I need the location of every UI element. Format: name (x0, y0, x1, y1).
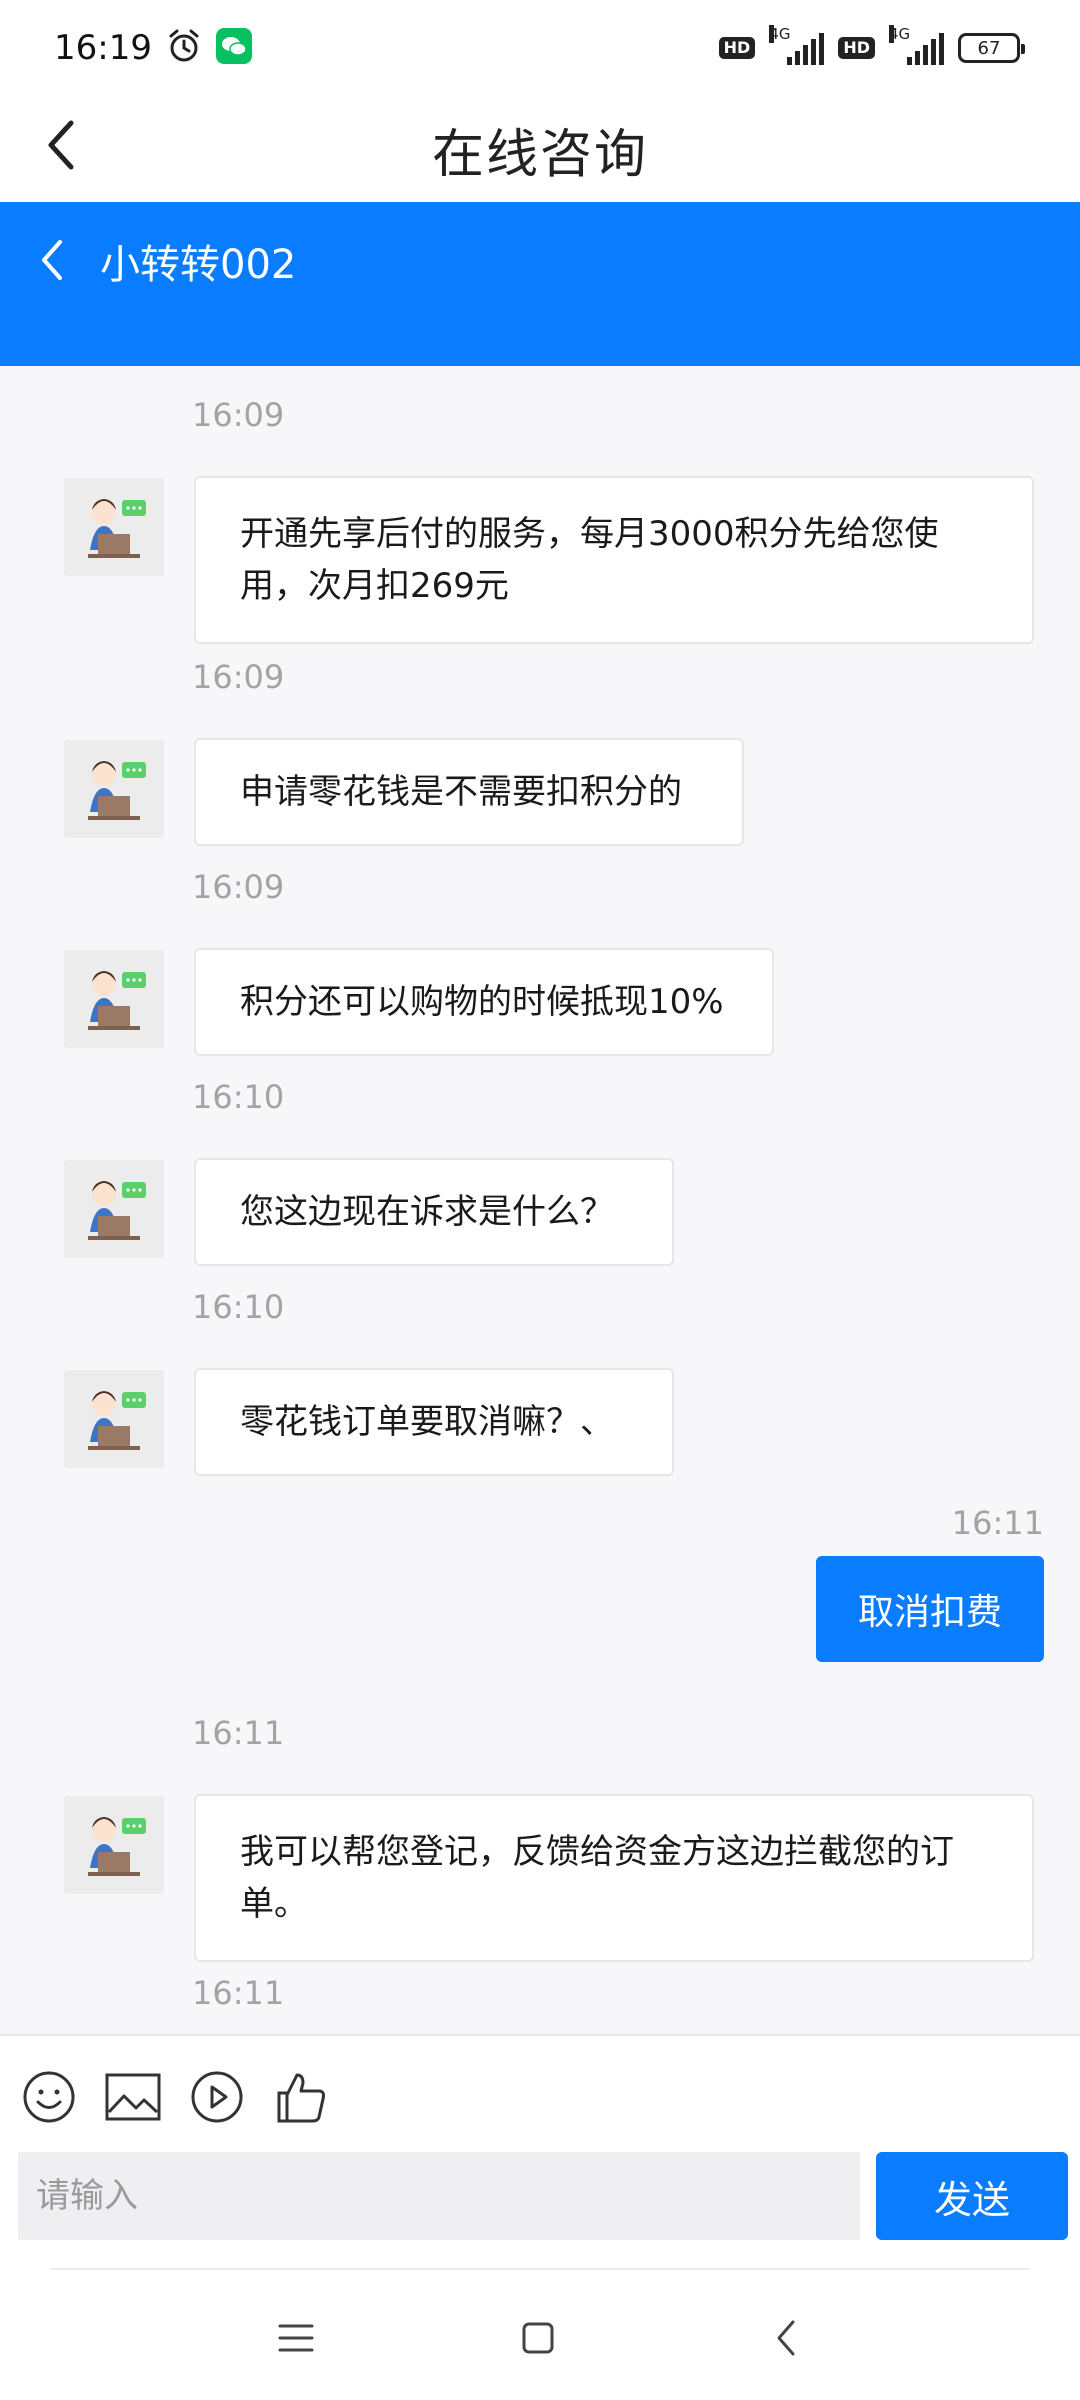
network-type-2: 4G (889, 25, 911, 43)
agent-avatar[interactable] (64, 1796, 164, 1894)
avatar-icon (64, 950, 164, 1048)
chevron-left-icon (42, 240, 62, 280)
page-title: 在线咨询 (431, 124, 648, 185)
signal-icon: 4G (769, 25, 825, 65)
avatar-icon (64, 740, 164, 838)
menu-button[interactable] (266, 2308, 326, 2368)
message-time: 16:11 (192, 1974, 285, 2012)
thumbs-up-button[interactable] (272, 2068, 330, 2126)
message-bubble[interactable]: 您这边现在诉求是什么？ (194, 1158, 674, 1266)
nav-back-button[interactable] (756, 2308, 816, 2368)
message-text: 我可以帮您登记，反馈给资金方这边拦截您的订 (240, 1832, 954, 1872)
agent-avatar[interactable] (64, 478, 164, 576)
agent-back-button[interactable] (36, 230, 80, 290)
status-right: HD 4G HD 4G 67 (718, 25, 1025, 65)
message-bubble[interactable]: 申请零花钱是不需要扣积分的 (194, 738, 744, 846)
message-text: 单。 (240, 1884, 308, 1924)
message-time: 16:11 (951, 1504, 1044, 1542)
message-time: 16:09 (192, 658, 285, 696)
status-bar: 16:19 HD 4G HD 4G 67 (0, 0, 1080, 96)
message-text: 申请零花钱是不需要扣积分的 (240, 772, 682, 812)
agent-avatar[interactable] (64, 740, 164, 838)
message-text: 您这边现在诉求是什么？ (240, 1192, 614, 1232)
menu-icon (278, 2324, 314, 2352)
page-header: 在线咨询 (0, 96, 1080, 202)
alarm-icon (166, 28, 202, 68)
battery-icon: 67 (958, 33, 1025, 63)
image-icon (105, 2073, 161, 2121)
agent-avatar[interactable] (64, 1370, 164, 1468)
avatar-icon (64, 1370, 164, 1468)
agent-avatar[interactable] (64, 1160, 164, 1258)
battery-level: 67 (977, 37, 1001, 59)
signal-icon-2: 4G (889, 25, 944, 65)
agent-avatar[interactable] (64, 950, 164, 1048)
message-bubble-me[interactable]: 取消扣费 (815, 1556, 1044, 1662)
message-text: 零花钱订单要取消嘛？、 (240, 1402, 614, 1442)
agent-name: 小转转002 (100, 242, 297, 288)
emoji-button[interactable] (20, 2068, 78, 2126)
system-nav-bar (0, 2298, 1080, 2378)
message-text: 用，次月扣269元 (240, 566, 509, 606)
wechat-icon (215, 28, 252, 68)
message-time: 16:11 (192, 1714, 285, 1752)
hd-badge-2: HD (838, 37, 875, 59)
network-type: 4G (769, 25, 791, 43)
video-icon (191, 2071, 243, 2123)
composer: 发送 (0, 2034, 1080, 2400)
message-text: 开通先享后付的服务，每月3000积分先给您使 (240, 514, 939, 554)
divider (50, 2268, 1030, 2270)
message-text: 积分还可以购物的时候抵现10% (240, 982, 724, 1022)
message-time: 16:09 (192, 868, 285, 906)
avatar-icon (64, 478, 164, 576)
avatar-icon (64, 1160, 164, 1258)
agent-bar: 小转转002 (0, 202, 1080, 366)
send-button[interactable]: 发送 (876, 2152, 1068, 2240)
image-button[interactable] (104, 2068, 162, 2126)
emoji-icon (23, 2071, 75, 2123)
home-icon (522, 2322, 554, 2354)
status-time: 16:19 (54, 28, 152, 68)
video-button[interactable] (188, 2068, 246, 2126)
status-left: 16:19 (54, 28, 252, 68)
message-bubble[interactable]: 我可以帮您登记，反馈给资金方这边拦截您的订 单。 (194, 1794, 1034, 1962)
toolbar (20, 2068, 330, 2126)
home-button[interactable] (508, 2308, 568, 2368)
hd-badge: HD (718, 37, 756, 59)
message-time: 16:10 (192, 1078, 285, 1116)
message-input[interactable] (18, 2152, 860, 2240)
message-time: 16:09 (192, 396, 285, 434)
avatar-icon (64, 1796, 164, 1894)
message-time: 16:10 (192, 1288, 285, 1326)
message-bubble[interactable]: 积分还可以购物的时候抵现10% (194, 948, 774, 1056)
chat-area[interactable]: 16:09 开通先享后付的服务，每月3000积分先给您使 用，次月扣269元 1… (0, 366, 1080, 2034)
message-bubble[interactable]: 开通先享后付的服务，每月3000积分先给您使 用，次月扣269元 (194, 476, 1034, 644)
thumbs-up-icon (277, 2073, 325, 2123)
back-icon (777, 2320, 795, 2356)
message-bubble[interactable]: 零花钱订单要取消嘛？、 (194, 1368, 674, 1476)
